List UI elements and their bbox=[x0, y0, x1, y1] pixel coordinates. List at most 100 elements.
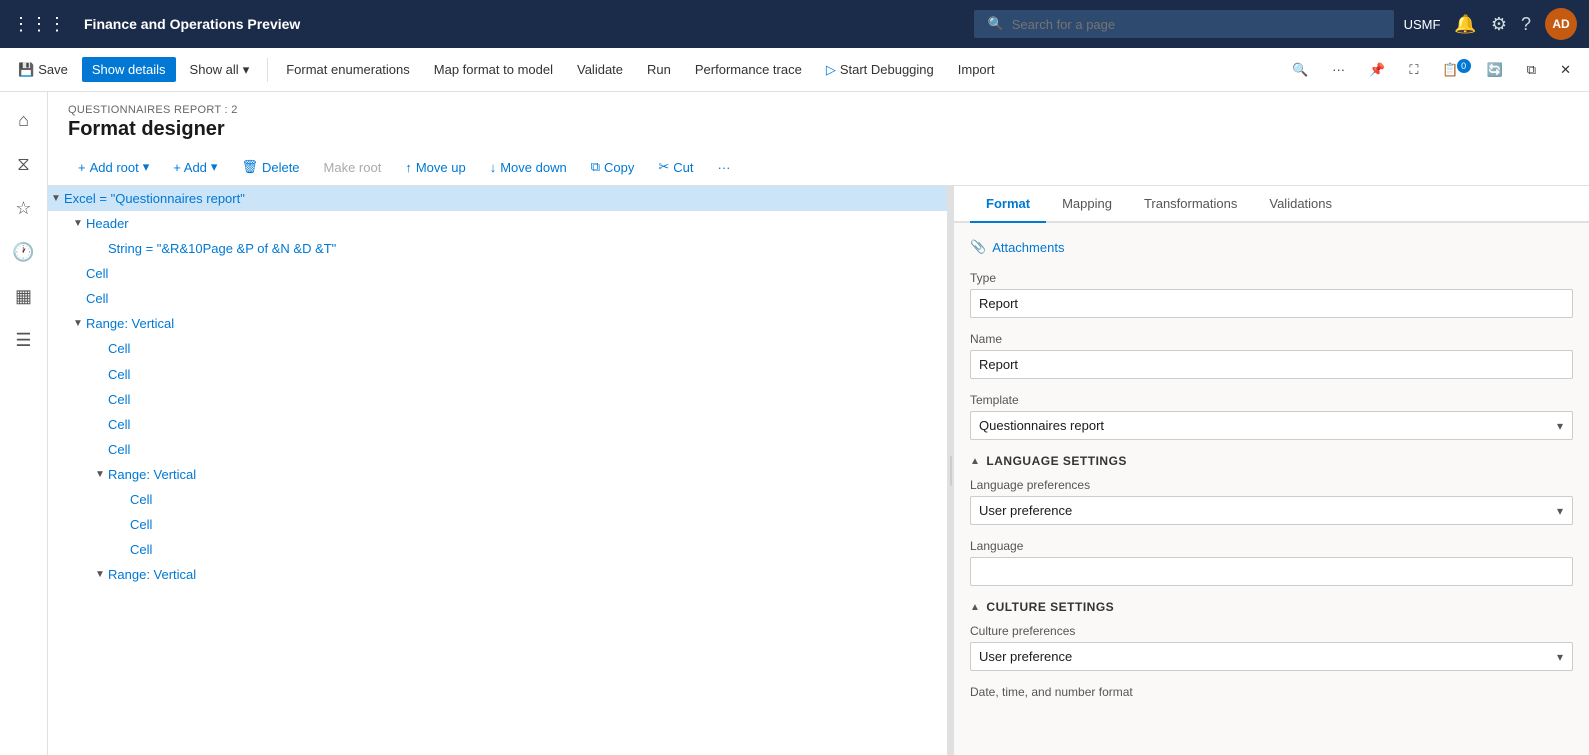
language-prefs-field-group: Language preferences User preference ▾ bbox=[970, 478, 1573, 525]
tree-item-label: Range: Vertical bbox=[86, 316, 174, 331]
search-icon: 🔍 bbox=[988, 16, 1004, 32]
tree-item-range_question[interactable]: ▼Range: Vertical bbox=[48, 562, 947, 587]
language-prefs-select[interactable]: User preference bbox=[970, 496, 1573, 525]
tree-item-label: Cell bbox=[108, 367, 130, 382]
make-root-button[interactable]: Make root bbox=[314, 156, 392, 179]
tree-item-range_questionnaire[interactable]: ▼Range: Vertical bbox=[48, 311, 947, 336]
pin-button[interactable]: 📌 bbox=[1359, 57, 1395, 83]
tree-item-cell_report_title[interactable]: Cell bbox=[48, 261, 947, 286]
attachments-button[interactable]: 📎 Attachments bbox=[970, 239, 1573, 255]
culture-prefs-select-wrap: User preference ▾ bbox=[970, 642, 1573, 671]
tree-item-label: Cell bbox=[108, 442, 130, 457]
filter-icon[interactable]: ⧖ bbox=[4, 144, 44, 184]
language-prefs-label: Language preferences bbox=[970, 478, 1573, 492]
add-root-button[interactable]: + Add root ▾ bbox=[68, 155, 159, 179]
add-button[interactable]: + Add ▾ bbox=[163, 155, 227, 179]
tree-item-range_results_group[interactable]: ▼Range: Vertical bbox=[48, 462, 947, 487]
run-button[interactable]: Run bbox=[637, 57, 681, 82]
show-all-button[interactable]: Show all ▾ bbox=[180, 57, 260, 83]
template-select[interactable]: Questionnaires report bbox=[970, 411, 1573, 440]
page-header: QUESTIONNAIRES REPORT : 2 Format designe… bbox=[48, 92, 1589, 149]
tab-validations[interactable]: Validations bbox=[1253, 186, 1348, 223]
recent-icon[interactable]: 🕐 bbox=[4, 232, 44, 272]
copy-button[interactable]: ⧉ Copy bbox=[581, 155, 645, 179]
expand-arrow: ▼ bbox=[48, 193, 64, 204]
search-bar[interactable]: 🔍 bbox=[974, 10, 1394, 38]
breadcrumb: QUESTIONNAIRES REPORT : 2 bbox=[68, 104, 1569, 116]
extend-button[interactable]: ⛶ bbox=[1399, 57, 1428, 83]
tree-pane[interactable]: ▼Excel = "Questionnaires report"▼HeaderS… bbox=[48, 186, 948, 755]
delete-icon: 🗑 bbox=[241, 159, 258, 175]
tree-item-cell_code2[interactable]: Cell bbox=[48, 487, 947, 512]
tree-item-cell_questionnaire_type[interactable]: Cell bbox=[48, 387, 947, 412]
more-button[interactable]: ··· bbox=[708, 156, 741, 179]
move-up-button[interactable]: ↑ Move up bbox=[395, 156, 475, 179]
collapse-icon: ▲ bbox=[970, 602, 980, 613]
debug-icon: ▷ bbox=[826, 62, 836, 78]
topbar: ⋮⋮⋮ Finance and Operations Preview 🔍 USM… bbox=[0, 0, 1589, 48]
tree-item-cell_code[interactable]: Cell bbox=[48, 336, 947, 362]
tab-transformations[interactable]: Transformations bbox=[1128, 186, 1253, 223]
save-button[interactable]: 💾 Save bbox=[8, 57, 78, 83]
culture-prefs-label: Culture preferences bbox=[970, 624, 1573, 638]
validate-button[interactable]: Validate bbox=[567, 57, 633, 82]
workspace-icon[interactable]: ▦ bbox=[4, 276, 44, 316]
tree-item-cell_description[interactable]: Cell bbox=[48, 362, 947, 387]
refresh-button[interactable]: 🔄 bbox=[1477, 57, 1513, 83]
grid-icon[interactable]: ⋮⋮⋮ bbox=[12, 14, 66, 35]
props-pane: FormatMappingTransformationsValidations … bbox=[954, 186, 1589, 755]
culture-prefs-select[interactable]: User preference bbox=[970, 642, 1573, 671]
chevron-down-icon: ▾ bbox=[211, 159, 218, 175]
cut-button[interactable]: ✂ Cut bbox=[648, 155, 703, 179]
expand-arrow: ▼ bbox=[92, 469, 108, 480]
performance-trace-button[interactable]: Performance trace bbox=[685, 57, 812, 82]
name-input[interactable] bbox=[970, 350, 1573, 379]
tree-item-cell_max_points[interactable]: Cell bbox=[48, 537, 947, 562]
search-input[interactable] bbox=[1012, 17, 1380, 32]
import-button[interactable]: Import bbox=[948, 57, 1005, 82]
name-label: Name bbox=[970, 332, 1573, 346]
badge-button[interactable]: 📋0 bbox=[1432, 57, 1472, 83]
delete-button[interactable]: 🗑 Delete bbox=[231, 155, 309, 179]
tree-item-string[interactable]: String = "&R&10Page &P of &N &D &T" bbox=[48, 236, 947, 261]
template-field-group: Template Questionnaires report ▾ bbox=[970, 393, 1573, 440]
search-ribbon-button[interactable]: 🔍 bbox=[1282, 57, 1318, 83]
home-icon[interactable]: ⌂ bbox=[4, 100, 44, 140]
template-label: Template bbox=[970, 393, 1573, 407]
ribbon-toolbar: 💾 Save Show details Show all ▾ Format en… bbox=[0, 48, 1589, 92]
start-debugging-button[interactable]: ▷ Start Debugging bbox=[816, 57, 944, 83]
modules-icon[interactable]: ☰ bbox=[4, 320, 44, 360]
plus-icon: + bbox=[78, 160, 86, 175]
tab-format[interactable]: Format bbox=[970, 186, 1046, 223]
tree-item-cell_company_name[interactable]: Cell bbox=[48, 286, 947, 311]
name-field-group: Name bbox=[970, 332, 1573, 379]
type-input[interactable] bbox=[970, 289, 1573, 318]
save-icon: 💾 bbox=[18, 62, 34, 78]
tree-item-root[interactable]: ▼Excel = "Questionnaires report" bbox=[48, 186, 947, 211]
close-button[interactable]: ✕ bbox=[1550, 57, 1581, 83]
map-format-button[interactable]: Map format to model bbox=[424, 57, 563, 82]
notification-icon[interactable]: 🔔 bbox=[1454, 14, 1476, 35]
app-title: Finance and Operations Preview bbox=[84, 16, 964, 32]
favorites-icon[interactable]: ☆ bbox=[4, 188, 44, 228]
more-options-button[interactable]: ··· bbox=[1322, 57, 1355, 82]
move-down-button[interactable]: ↓ Move down bbox=[480, 156, 577, 179]
language-field-group: Language bbox=[970, 539, 1573, 586]
tree-item-cell_active[interactable]: Cell bbox=[48, 437, 947, 462]
settings-icon[interactable]: ⚙ bbox=[1491, 14, 1507, 35]
language-settings-header[interactable]: ▲ LANGUAGE SETTINGS bbox=[970, 454, 1573, 468]
avatar[interactable]: AD bbox=[1545, 8, 1577, 40]
format-enumerations-button[interactable]: Format enumerations bbox=[276, 57, 420, 82]
tab-mapping[interactable]: Mapping bbox=[1046, 186, 1128, 223]
tree-item-cell_question_order[interactable]: Cell bbox=[48, 412, 947, 437]
language-input[interactable] bbox=[970, 557, 1573, 586]
tree-item-header[interactable]: ▼Header bbox=[48, 211, 947, 236]
culture-settings-header[interactable]: ▲ CULTURE SETTINGS bbox=[970, 600, 1573, 614]
tree-item-label: Cell bbox=[108, 417, 130, 432]
chevron-down-icon: ▾ bbox=[243, 62, 250, 78]
help-icon[interactable]: ? bbox=[1521, 14, 1531, 35]
page-title: Format designer bbox=[68, 118, 1569, 141]
open-in-new-button[interactable]: ⧉ bbox=[1517, 57, 1546, 83]
tree-item-cell_description2[interactable]: Cell bbox=[48, 512, 947, 537]
show-details-button[interactable]: Show details bbox=[82, 57, 176, 82]
